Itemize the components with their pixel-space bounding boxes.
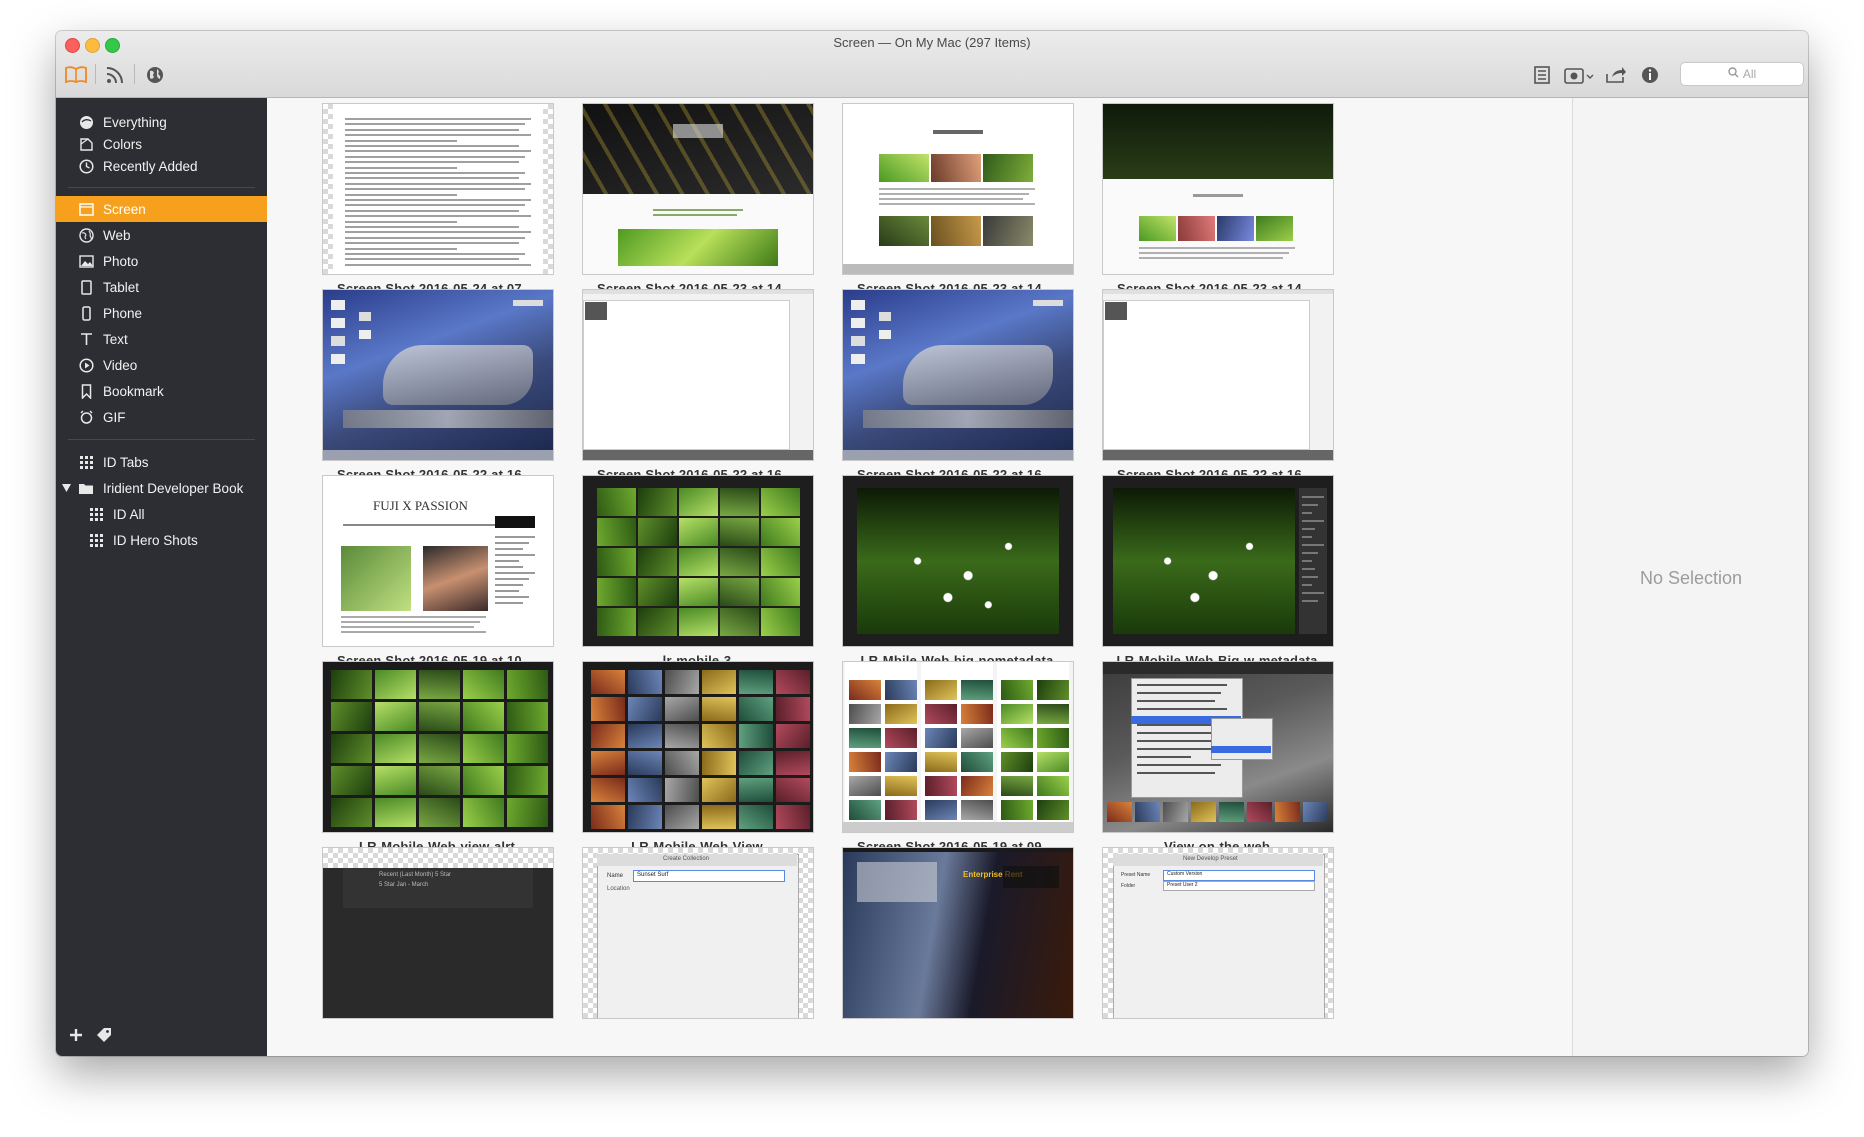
info-icon[interactable]: [1636, 61, 1664, 89]
sidebar-item-screen[interactable]: Screen: [56, 196, 289, 222]
sidebar: Everything Colors Recently Added Screen …: [56, 98, 289, 1056]
screenshot-thumbnail[interactable]: [322, 289, 554, 461]
sidebar-item-gif[interactable]: GIF: [56, 404, 289, 430]
tablet-icon: [78, 279, 94, 295]
folder-icon: [78, 480, 94, 496]
preview-text: FUJI X PASSION: [373, 498, 468, 513]
clock-icon: [78, 158, 94, 174]
search-placeholder: All: [1742, 67, 1757, 81]
preview-text: Folder: [1121, 883, 1136, 889]
screenshot-grid: Screen Shot 2016-05-24 at 07....Screen S…: [267, 98, 1572, 1056]
sidebar-item-id-tabs[interactable]: ID Tabs: [56, 449, 289, 475]
sidebar-item-phone[interactable]: Phone: [56, 300, 289, 326]
title-bar: Screen — On My Mac (297 Items) All: [56, 31, 1808, 98]
screenshot-thumbnail[interactable]: [582, 661, 814, 833]
text-icon: [78, 331, 94, 347]
preview-text: Name: [607, 873, 624, 879]
preview-text: Preset User 2: [1167, 882, 1198, 888]
capture-menu-icon[interactable]: [1562, 61, 1596, 89]
sidebar-item-id-all[interactable]: ID All: [56, 501, 299, 527]
sidebar-divider: [68, 439, 255, 440]
no-selection-label: No Selection: [1639, 568, 1743, 588]
screenshot-thumbnail[interactable]: [322, 661, 554, 833]
sidebar-item-bookmark[interactable]: Bookmark: [56, 378, 289, 404]
window-title: Screen — On My Mac (297 Items): [833, 35, 1031, 50]
screenshot-thumbnail[interactable]: Create Collection Name Sunset Surf Location: [582, 847, 814, 1019]
screenshot-thumbnail[interactable]: [322, 103, 554, 275]
screenshot-thumbnail[interactable]: [1102, 661, 1334, 833]
disclosure-triangle-icon[interactable]: [62, 484, 72, 492]
screenshot-thumbnail[interactable]: [1102, 289, 1334, 461]
preview-text: New Develop Preset: [1183, 856, 1238, 862]
sidebar-item-tablet[interactable]: Tablet: [56, 274, 289, 300]
screenshot-thumbnail[interactable]: [582, 103, 814, 275]
sidebar-footer: [68, 1027, 112, 1048]
sidebar-item-video[interactable]: Video: [56, 352, 289, 378]
add-icon[interactable]: [68, 1027, 84, 1048]
preview-text: Create Collection: [663, 856, 710, 862]
palette-icon: [78, 136, 94, 152]
play-icon: [78, 357, 94, 373]
toolbar-divider: [134, 64, 135, 84]
gif-icon: [78, 409, 94, 425]
preview-text: Preset Name: [1121, 872, 1151, 878]
bookmark-icon: [78, 383, 94, 399]
preview-text: 5 Star Jan - March: [379, 882, 429, 888]
screenshot-thumbnail[interactable]: New Develop Preset Preset Name Custom Vers…: [1102, 847, 1334, 1019]
sidebar-item-web[interactable]: Web: [56, 222, 289, 248]
page-layout-icon[interactable]: [1528, 61, 1556, 89]
preview-text: Recent (Last Month) 5 Star: [379, 872, 452, 878]
screenshot-thumbnail[interactable]: [842, 289, 1074, 461]
preview-text: Sunset Surf: [637, 872, 669, 878]
sidebar-divider: [68, 187, 255, 188]
preview-text: Location: [607, 886, 630, 892]
inspector-panel: No Selection: [1572, 98, 1808, 1056]
toolbar-divider: [95, 64, 96, 84]
screenshot-thumbnail[interactable]: [582, 289, 814, 461]
screenshot-thumbnail[interactable]: [1102, 103, 1334, 275]
everything-icon: [78, 114, 94, 130]
library-book-icon[interactable]: [62, 61, 90, 89]
sidebar-item-id-hero-shots[interactable]: ID Hero Shots: [56, 527, 299, 553]
screenshot-thumbnail[interactable]: [1102, 475, 1334, 647]
screen-icon: [78, 201, 94, 217]
app-window: Screen — On My Mac (297 Items) All Every…: [56, 31, 1808, 1056]
search-icon: [1728, 67, 1739, 81]
screenshot-thumbnail[interactable]: Enterprise Rent: [842, 847, 1074, 1019]
phone-icon: [78, 305, 94, 321]
share-icon[interactable]: [1602, 61, 1630, 89]
globe-icon: [78, 227, 94, 243]
tag-icon[interactable]: [96, 1027, 112, 1048]
screenshot-thumbnail[interactable]: FUJI X PASSION: [322, 475, 554, 647]
grid-icon: [88, 506, 104, 522]
sidebar-item-iridient-developer-book[interactable]: Iridient Developer Book: [56, 475, 273, 501]
sidebar-item-text[interactable]: Text: [56, 326, 289, 352]
screenshot-thumbnail[interactable]: [842, 103, 1074, 275]
screenshot-thumbnail[interactable]: Recent (Last Month) 5 Star 5 Star Jan - M…: [322, 847, 554, 1019]
rss-feed-icon[interactable]: [101, 61, 129, 89]
sidebar-item-photo[interactable]: Photo: [56, 248, 289, 274]
grid-icon: [88, 532, 104, 548]
preview-text: Custom Version: [1167, 871, 1203, 877]
screenshot-thumbnail[interactable]: [842, 475, 1074, 647]
screenshot-thumbnail[interactable]: [582, 475, 814, 647]
grid-icon: [78, 454, 94, 470]
photo-icon: [78, 253, 94, 269]
screenshot-thumbnail[interactable]: [842, 661, 1074, 833]
globe-icon[interactable]: [141, 61, 169, 89]
sidebar-item-recently-added[interactable]: Recently Added: [56, 153, 289, 179]
search-input[interactable]: All: [1680, 62, 1804, 86]
